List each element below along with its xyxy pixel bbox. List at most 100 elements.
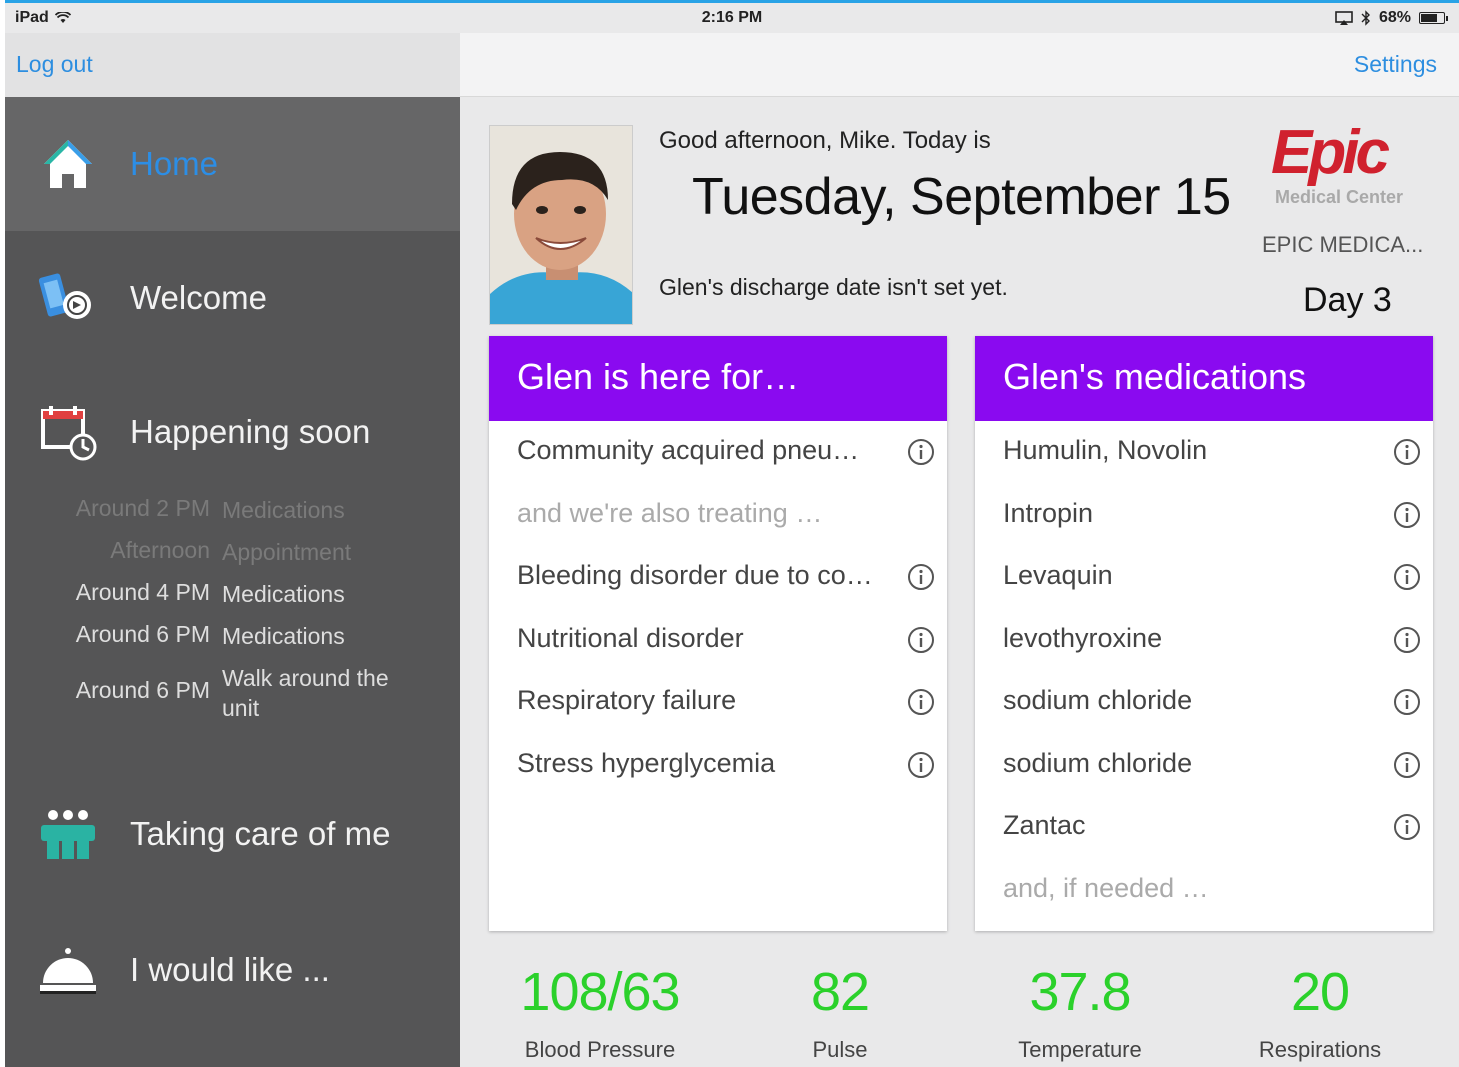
bluetooth-icon <box>1361 10 1370 26</box>
schedule-item[interactable]: Afternoon Appointment <box>5 537 460 577</box>
clock: 2:16 PM <box>701 9 763 26</box>
stay-day: Day 3 <box>1303 281 1392 319</box>
medication-name: Levaquin <box>1003 560 1113 590</box>
medication-row[interactable]: Zantac <box>975 796 1433 858</box>
airplay-icon <box>1335 11 1353 25</box>
logo-subtitle: Medical Center <box>1275 187 1404 207</box>
medication-name: and, if needed … <box>1003 872 1209 903</box>
sidebar-item-label: Welcome <box>130 279 267 316</box>
logo-text: Epic <box>1271 121 1389 187</box>
info-icon[interactable] <box>907 563 935 591</box>
schedule-event: Medications <box>222 497 345 523</box>
condition-row[interactable]: Respiratory failure <box>489 671 947 733</box>
medication-row[interactable]: sodium chloride <box>975 671 1433 733</box>
medication-row[interactable]: Intropin <box>975 484 1433 546</box>
sidebar-item-happening-soon[interactable]: Happening soon <box>5 365 460 499</box>
care-team-icon <box>35 801 101 867</box>
battery-icon <box>1419 12 1448 24</box>
sidebar-item-welcome[interactable]: Welcome <box>5 231 460 365</box>
condition-name: Respiratory failure <box>517 685 737 715</box>
condition-row[interactable]: Community acquired pneu… <box>489 421 947 483</box>
condition-row[interactable]: Stress hyperglycemia <box>489 734 947 796</box>
medication-row[interactable]: and, if needed … <box>975 859 1433 921</box>
condition-row[interactable]: Bleeding disorder due to co… <box>489 546 947 608</box>
sidebar-item-label: Happening soon <box>130 413 371 450</box>
vital-value: 20 <box>1290 962 1350 1022</box>
info-icon[interactable] <box>1393 501 1421 529</box>
info-icon[interactable] <box>1393 438 1421 466</box>
sidebar-item-label: Taking care of me <box>130 815 391 852</box>
vital-value: 82 <box>810 962 870 1022</box>
info-icon[interactable] <box>907 751 935 779</box>
settings-button[interactable]: Settings <box>1354 51 1437 78</box>
schedule-event: Appointment <box>222 539 352 565</box>
condition-name: Stress hyperglycemia <box>517 747 776 778</box>
sidebar-item-label: Home <box>130 145 219 182</box>
epic-logo: Epic <box>1267 118 1437 191</box>
vital-label: Blood Pressure <box>524 1037 676 1062</box>
sidebar-item-label: I would like ... <box>130 951 330 988</box>
vital-blood-pressure: 108/63 Blood Pressure <box>485 961 715 1063</box>
medication-row[interactable]: Humulin, Novolin <box>975 421 1433 483</box>
schedule-time: Around 4 PM <box>75 579 210 605</box>
info-icon[interactable] <box>907 688 935 716</box>
medication-name: sodium chloride <box>1003 747 1193 778</box>
info-icon[interactable] <box>907 626 935 654</box>
schedule-event: Walk around the unit <box>222 665 389 721</box>
schedule-item[interactable]: Around 6 PM Medications <box>5 621 460 661</box>
medications-card: Glen's medications Humulin, Novolin Intro… <box>975 336 1433 931</box>
info-icon[interactable] <box>1393 688 1421 716</box>
schedule-time: Around 2 PM <box>75 495 210 521</box>
schedule-event: Medications <box>222 581 345 607</box>
sidebar-item-home[interactable]: Home <box>5 97 460 231</box>
status-bar: iPad 2:16 PM 68% <box>5 3 1459 35</box>
condition-row[interactable]: and we're also treating … <box>489 484 947 546</box>
schedule-item[interactable]: Around 4 PM Medications <box>5 579 460 619</box>
condition-name: Bleeding disorder due to co… <box>517 560 873 590</box>
medication-name: Zantac <box>1003 810 1086 840</box>
info-icon[interactable] <box>1393 813 1421 841</box>
reasons-card-title: Glen is here for… <box>489 336 947 421</box>
condition-row[interactable]: Nutritional disorder <box>489 609 947 671</box>
hospital-name: EPIC MEDICA... <box>1262 232 1424 257</box>
calendar-clock-icon <box>35 399 101 465</box>
condition-name: Community acquired pneu… <box>517 435 860 465</box>
vital-value: 37.8 <box>1029 962 1131 1022</box>
medications-card-title: Glen's medications <box>975 336 1433 421</box>
app-frame: iPad 2:16 PM 68% Log out Settings Home W… <box>5 0 1459 1067</box>
home-icon <box>35 131 101 197</box>
medication-row[interactable]: sodium chloride <box>975 734 1433 796</box>
info-icon[interactable] <box>1393 626 1421 654</box>
medication-name: Intropin <box>1003 497 1094 528</box>
battery-percent: 68% <box>1378 9 1411 26</box>
medication-name: sodium chloride <box>1003 685 1193 715</box>
info-icon[interactable] <box>907 438 935 466</box>
top-right-bar: Settings <box>460 33 1459 97</box>
schedule-item[interactable]: Around 6 PM Walk around the unit <box>5 663 460 727</box>
welcome-icon <box>35 265 101 331</box>
current-date: Tuesday, September 15 <box>692 168 1231 226</box>
logout-button[interactable]: Log out <box>16 51 93 78</box>
schedule-time: Around 6 PM <box>75 621 210 647</box>
vital-label: Pulse <box>812 1037 868 1062</box>
sidebar-item-i-would-like[interactable]: I would like ... <box>5 903 460 1037</box>
vital-label: Temperature <box>1018 1037 1142 1062</box>
sidebar-item-taking-care[interactable]: Taking care of me <box>5 767 460 901</box>
patient-photo <box>489 125 633 325</box>
greeting-text: Good afternoon, Mike. Today is <box>659 127 991 154</box>
vital-pulse: 82 Pulse <box>750 961 930 1063</box>
schedule-event: Medications <box>222 623 345 649</box>
schedule-time: Around 6 PM <box>75 677 210 703</box>
medication-row[interactable]: Levaquin <box>975 546 1433 608</box>
medication-name: Humulin, Novolin <box>1003 435 1208 465</box>
top-left-bar: Log out <box>5 33 460 97</box>
info-icon[interactable] <box>1393 563 1421 591</box>
condition-name: Nutritional disorder <box>517 622 744 653</box>
info-icon[interactable] <box>1393 751 1421 779</box>
service-bell-icon <box>35 937 101 1003</box>
medication-name: levothyroxine <box>1003 622 1163 653</box>
vital-respirations: 20 Respirations <box>1225 961 1415 1063</box>
medication-row[interactable]: levothyroxine <box>975 609 1433 671</box>
schedule-item[interactable]: Around 2 PM Medications <box>5 495 460 535</box>
vital-temperature: 37.8 Temperature <box>980 961 1180 1063</box>
